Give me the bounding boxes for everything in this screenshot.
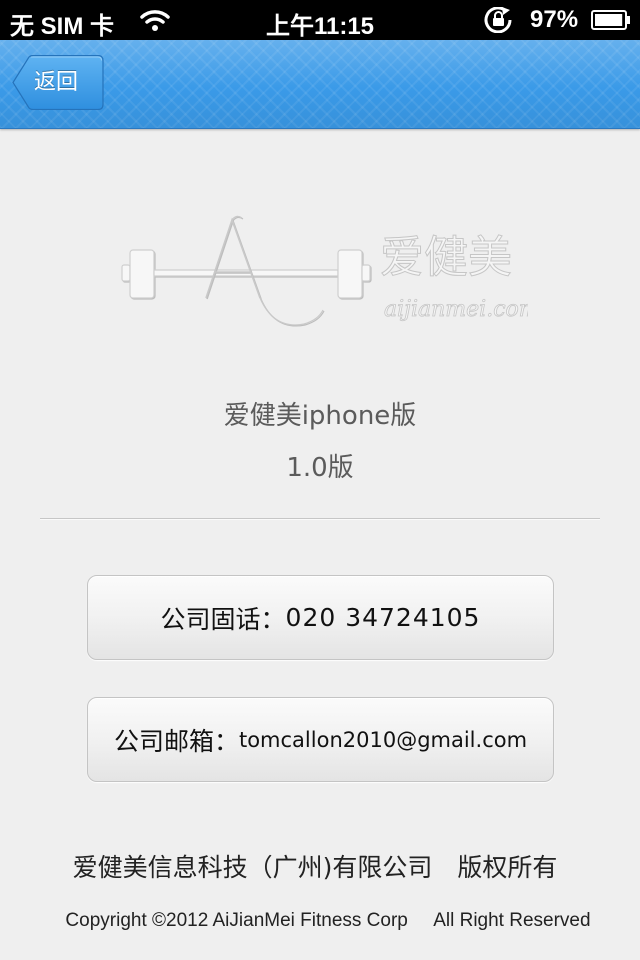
company-email-button[interactable]: 公司邮箱： tomcallon2010@gmail.com: [87, 697, 554, 782]
app-name: 爱健美iphone版: [223, 401, 417, 431]
back-button[interactable]: 返回: [12, 55, 104, 110]
company-copyright-line: 爱健美信息科技（广州)有限公司 版权所有: [72, 853, 558, 882]
nav-bar: 返回: [0, 40, 640, 129]
phone-label: 公司固话：: [160, 604, 286, 634]
aijianmei-logo: 爱健美 aijianmei.com: [121, 215, 528, 326]
company-phone-button[interactable]: 公司固话： 020 34724105: [87, 575, 554, 660]
copyright-text: Copyright ©2012 AiJianMei Fitness Corp A…: [65, 910, 591, 931]
battery-icon: [591, 10, 630, 30]
email-value: tomcallon2010@gmail.com: [238, 727, 528, 752]
rotation-lock-icon: [484, 7, 512, 33]
status-bar: 无 SIM 卡 上午11:15 97%: [0, 0, 640, 40]
phone-value: 020 34724105: [285, 603, 481, 632]
logo-chinese: 爱健美: [380, 232, 512, 283]
battery-percent: 97%: [530, 6, 579, 33]
email-label: 公司邮箱：: [113, 726, 239, 756]
back-button-label: 返回: [34, 70, 79, 95]
divider: [40, 518, 600, 520]
app-version: 1.0版: [286, 453, 354, 483]
logo-domain: aijianmei.com: [384, 297, 528, 322]
